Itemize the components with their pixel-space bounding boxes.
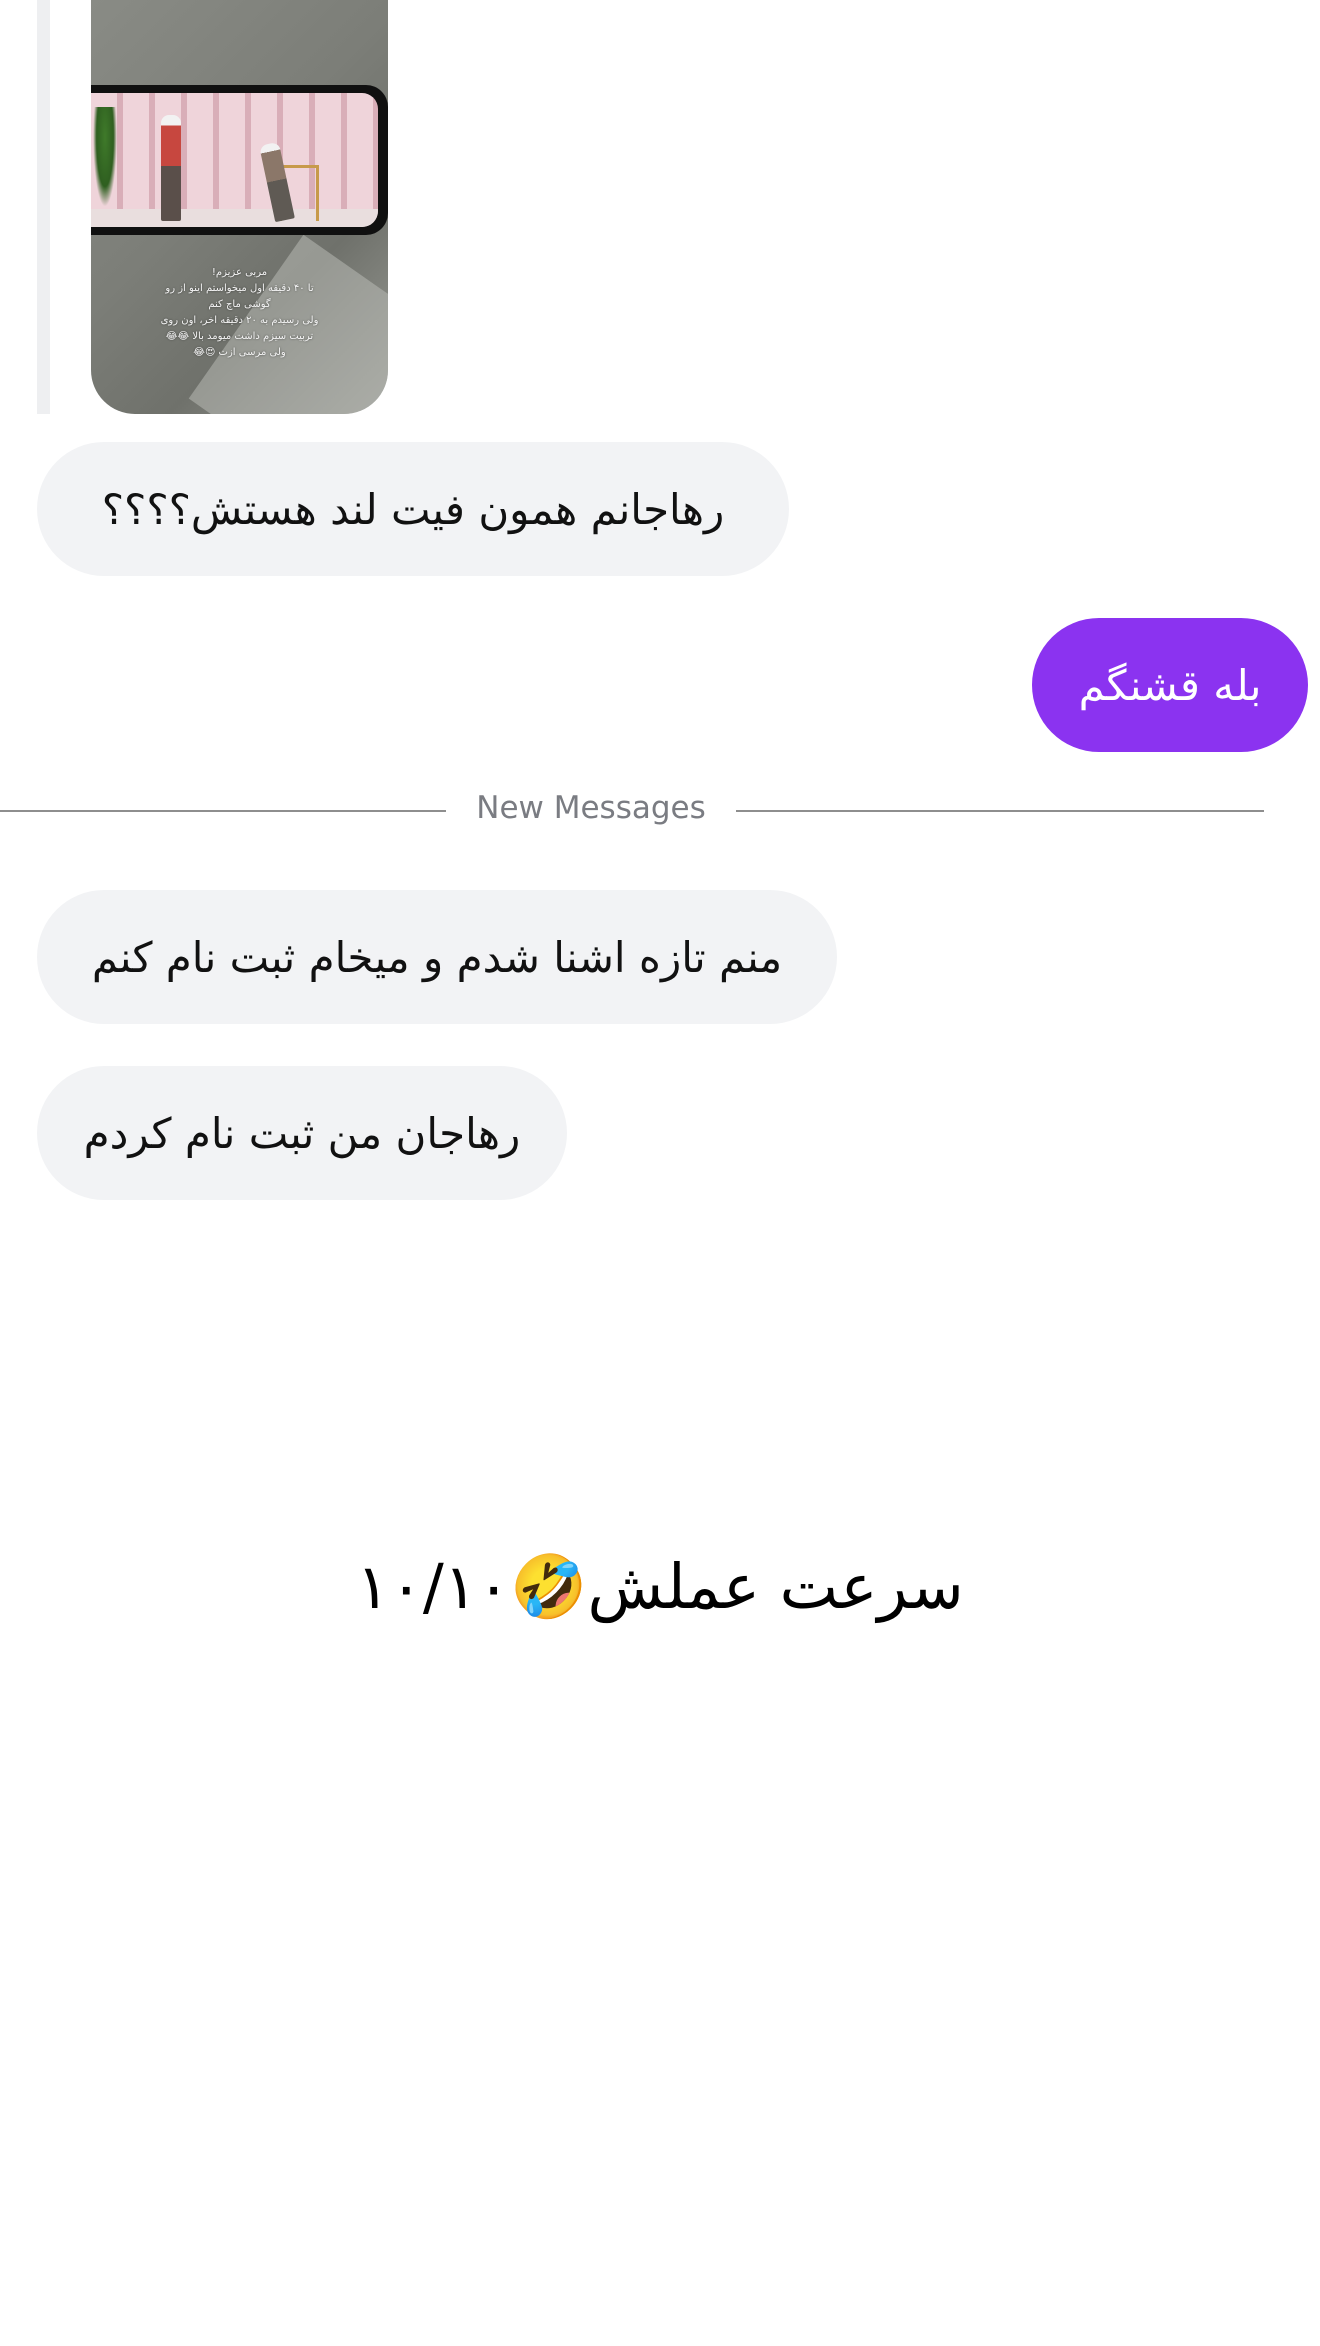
message-bubble-outgoing[interactable]: بله قشنگم [1032, 618, 1308, 752]
plant-figure [93, 107, 117, 207]
message-text: بله قشنگم [1078, 660, 1262, 710]
overlay-caption: سرعت عملش🤣۱۰/۱۰ [356, 1550, 964, 1623]
reply-indicator-bar [37, 0, 50, 414]
story-caption-text: مربی عزیزم! تا ۴۰ دقیقه اول میخواستم این… [160, 267, 319, 358]
phone-in-photo [91, 85, 388, 235]
message-text: منم تازه اشنا شدم و میخام ثبت نام کنم [91, 932, 783, 982]
phone-screen-video-frame [91, 93, 378, 227]
message-bubble-incoming[interactable]: رهاجان من ثبت نام کردم [37, 1066, 567, 1200]
new-messages-divider-line [0, 810, 446, 812]
message-bubble-incoming[interactable]: رهاجانم همون فیت لند هستش؟؟؟؟ [37, 442, 789, 576]
person-figure [161, 115, 181, 221]
message-text: رهاجانم همون فیت لند هستش؟؟؟؟ [101, 484, 725, 534]
message-text: رهاجان من ثبت نام کردم [83, 1108, 521, 1158]
new-messages-divider-label: New Messages [476, 790, 706, 826]
story-reply-thumbnail[interactable]: مربی عزیزم! تا ۴۰ دقیقه اول میخواستم این… [91, 0, 388, 414]
new-messages-divider-line [736, 810, 1264, 812]
floor [91, 209, 378, 227]
message-bubble-incoming[interactable]: منم تازه اشنا شدم و میخام ثبت نام کنم [37, 890, 837, 1024]
